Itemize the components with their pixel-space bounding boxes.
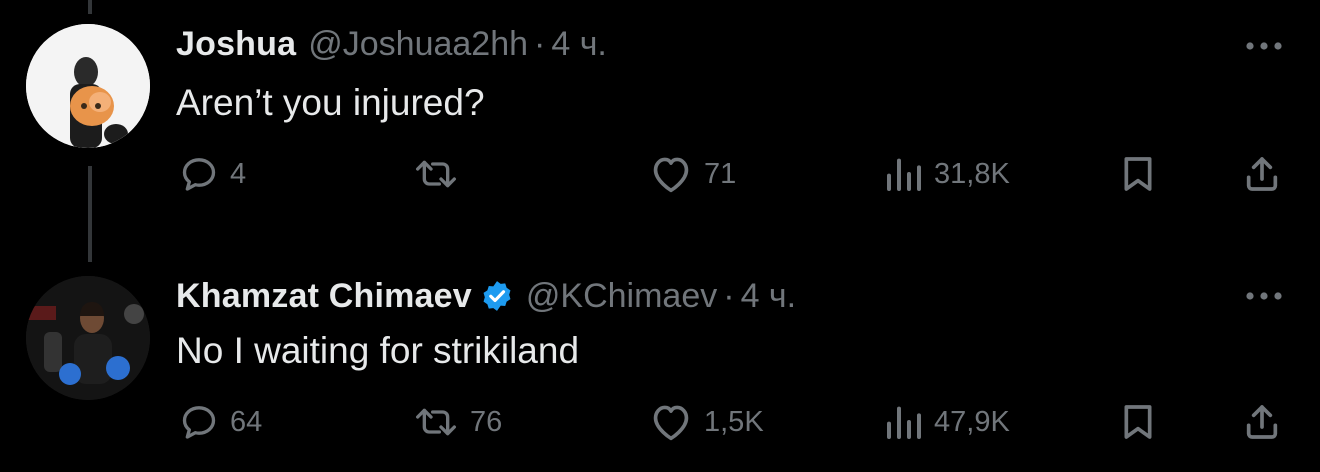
reply-count: 64 xyxy=(230,405,263,438)
tweet-header: Khamzat Chimaev @KChimaev · 4 ч. xyxy=(176,276,796,316)
views-icon xyxy=(887,158,921,191)
views-icon xyxy=(887,406,921,439)
bookmark-button[interactable] xyxy=(1118,402,1158,442)
bookmark-button[interactable] xyxy=(1118,154,1158,194)
tweet-text: Aren’t you injured? xyxy=(176,82,485,123)
verified-badge-icon[interactable] xyxy=(480,279,514,313)
share-icon xyxy=(1246,157,1278,191)
retweet-button[interactable]: 76 xyxy=(412,402,502,442)
like-button[interactable]: 71 xyxy=(648,154,736,194)
timestamp[interactable]: 4 ч. xyxy=(741,277,797,316)
share-button[interactable] xyxy=(1240,154,1284,194)
retweet-icon xyxy=(416,408,457,436)
views-count: 31,8K xyxy=(934,157,1010,190)
bookmark-icon xyxy=(1124,157,1152,191)
like-count: 71 xyxy=(704,157,737,190)
more-button[interactable] xyxy=(1240,276,1288,316)
views-count: 47,9K xyxy=(934,405,1010,438)
like-icon xyxy=(653,157,689,193)
like-button[interactable]: 1,5K xyxy=(648,402,764,442)
retweet-icon xyxy=(416,160,457,188)
tweet-text: No I waiting for strikiland xyxy=(176,330,580,371)
author-name[interactable]: Joshua xyxy=(176,25,296,64)
author-name[interactable]: Khamzat Chimaev xyxy=(176,277,472,316)
like-count: 1,5K xyxy=(704,405,764,438)
views-button[interactable]: 31,8K xyxy=(884,154,1010,194)
share-icon xyxy=(1246,405,1278,439)
more-icon xyxy=(1246,292,1282,300)
like-icon xyxy=(653,405,689,441)
avatar[interactable] xyxy=(26,276,150,400)
reply-button[interactable]: 4 xyxy=(178,154,246,194)
tweet[interactable]: Joshua @Joshuaa2hh · 4 ч. Aren’t you inj… xyxy=(0,0,1320,240)
retweet-button[interactable] xyxy=(412,154,470,194)
author-handle[interactable]: @Joshuaa2hh xyxy=(308,25,528,64)
tweet[interactable]: Khamzat Chimaev @KChimaev · 4 ч. No I wa… xyxy=(0,262,1320,472)
more-icon xyxy=(1246,42,1282,50)
avatar-image xyxy=(26,24,150,148)
reply-icon xyxy=(182,158,216,191)
reply-button[interactable]: 64 xyxy=(178,402,262,442)
avatar-image xyxy=(26,276,150,400)
reply-count: 4 xyxy=(230,157,247,190)
tweet-header: Joshua @Joshuaa2hh · 4 ч. xyxy=(176,24,607,64)
separator: · xyxy=(723,276,735,315)
share-button[interactable] xyxy=(1240,402,1284,442)
avatar[interactable] xyxy=(26,24,150,148)
bookmark-icon xyxy=(1124,405,1152,439)
separator: · xyxy=(534,24,546,63)
author-handle[interactable]: @KChimaev xyxy=(526,277,717,316)
reply-icon xyxy=(182,406,216,439)
views-button[interactable]: 47,9K xyxy=(884,402,1010,442)
more-button[interactable] xyxy=(1240,26,1288,66)
timestamp[interactable]: 4 ч. xyxy=(551,25,607,64)
retweet-count: 76 xyxy=(470,405,503,438)
